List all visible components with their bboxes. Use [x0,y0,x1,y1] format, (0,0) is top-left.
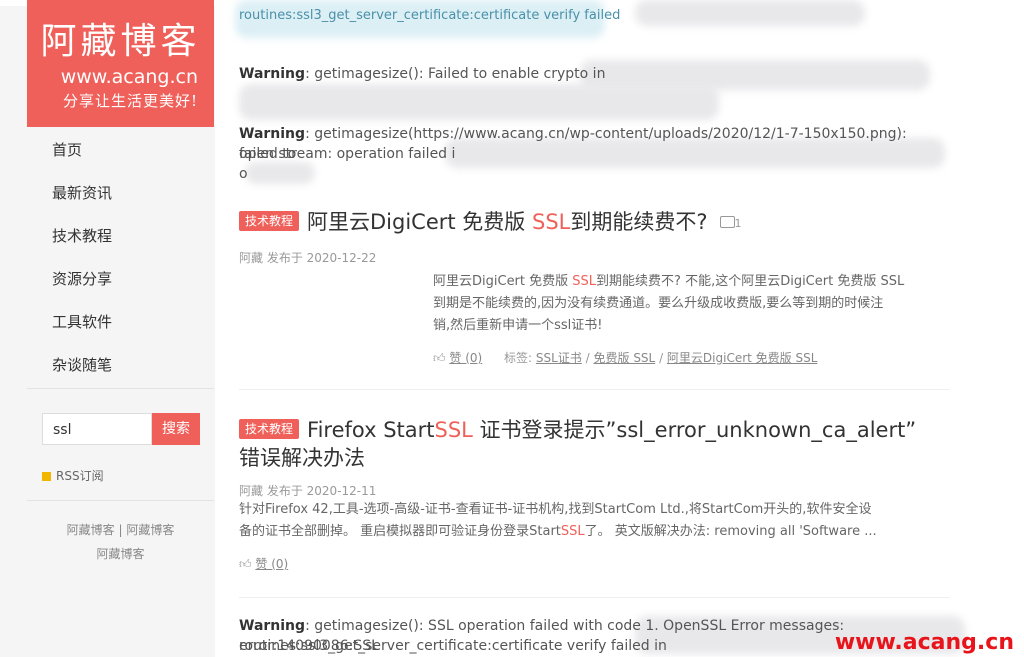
excerpt-text: 备的证书全部删掉。 重启模拟器即可验证身份登录Start [239,524,561,539]
nav-item-essays[interactable]: 杂谈随笔 [27,345,214,388]
post-title[interactable]: 技术教程 Firefox StartSSL 证书登录提示”ssl_error_un… [239,415,959,445]
post-divider [239,597,949,598]
excerpt-text: 了。 英文版解决办法: removing all 'Software ... [584,524,877,539]
rss-label: RSS订阅 [56,469,104,483]
rss-link[interactable]: RSS订阅 [42,468,104,484]
post-excerpt: 针对Firefox 42,工具-选项-高级-证书-查看证书-证书机构,找到Sta… [239,499,959,543]
tag-link[interactable]: SSL证书 [536,351,582,365]
post-actions: 👍︎ 赞 (0) 标签: SSL证书 / 免费版 SSL / 阿里云DigiCe… [433,351,818,365]
logo-url: www.acang.cn [60,66,198,88]
image-icon [719,216,735,228]
post-title-text: 证书登录提示”ssl_error_unknown_ca_alert” [472,418,917,442]
redacted-region [239,84,719,120]
thumbs-up-icon: 👍︎ [239,557,252,571]
main-content: routines:ssl3_get_server_certificate:cer… [215,0,1024,657]
footer-links[interactable]: 阿藏博客 | 阿藏博客 [27,518,214,542]
post-meta: 阿藏 发布于 2020-12-22 [239,251,377,265]
post-title-text: 到期能续费不? [570,210,708,234]
excerpt-text: 阿里云DigiCert 免费版 [433,274,573,289]
warning-message: Warning: getimagesize(): Failed to enabl… [239,64,605,84]
post-title-line[interactable]: 错误解决办法 [239,443,365,473]
keyword-highlight: SSL [572,274,597,289]
warning-text-line: open stream: operation failed i [239,146,456,162]
like-button[interactable]: 赞 (0) [449,351,482,365]
sidebar-divider [27,500,214,501]
post-meta: 阿藏 发布于 2020-12-11 [239,484,377,498]
excerpt-line: 销,然后重新申请一个ssl证书! [433,318,603,333]
post-excerpt: 阿里云DigiCert 免费版 SSL到期能续费不? 不能,这个阿里云DigiC… [433,271,904,337]
category-badge[interactable]: 技术教程 [239,211,300,231]
post-actions: 👍︎ 赞 (0) [239,555,288,572]
tags-label: 标签: [504,351,533,365]
post-title-text: 阿里云DigiCert 免费版 [307,210,532,234]
image-count: 1 [734,217,742,230]
logo-title: 阿藏博客 [40,21,201,62]
warning-label: Warning [239,618,306,634]
nav-item-news[interactable]: 最新资讯 [27,173,214,216]
excerpt-line: 到期是不能续费的,因为没有续费通道。要么升级成收费版,要么等到期的时候注 [433,296,884,311]
keyword-highlight: SSL [434,418,473,442]
rss-icon [42,472,51,481]
post-title[interactable]: 技术教程 阿里云DigiCert 免费版 SSL到期能续费不? 1 [239,207,742,239]
warning-text-line: o [239,166,248,182]
sidebar-divider [27,388,214,389]
nav-item-tools[interactable]: 工具软件 [27,302,214,345]
redacted-region [635,0,865,26]
warning-label: Warning [239,126,306,142]
excerpt-text: 到期能续费不? 不能,这个阿里云DigiCert 免费版 SSL [596,274,905,289]
excerpt-line: 针对Firefox 42,工具-选项-高级-证书-查看证书-证书机构,找到Sta… [239,502,872,517]
sidebar: 阿藏博客 www.acang.cn 分享让生活更美好! 首页 最新资讯 技术教程… [27,0,214,657]
main-nav: 首页 最新资讯 技术教程 资源分享 工具软件 杂谈随笔 [27,130,214,388]
tag-link[interactable]: 免费版 SSL [594,351,656,365]
nav-item-home[interactable]: 首页 [27,130,214,173]
nav-item-resources[interactable]: 资源分享 [27,259,214,302]
like-button[interactable]: 赞 (0) [255,557,288,571]
keyword-highlight: SSL [532,210,571,234]
tag-link[interactable]: 阿里云DigiCert 免费版 SSL [667,351,817,365]
error-text: routines:ssl3_get_server_certificate:cer… [239,8,621,23]
warning-label: Warning [239,66,306,82]
category-badge[interactable]: 技术教程 [239,419,300,439]
redacted-region [245,162,315,184]
footer-link[interactable]: 阿藏博客 [27,542,214,566]
keyword-highlight: SSL [560,524,585,539]
sidebar-footer: 阿藏博客 | 阿藏博客 阿藏博客 [27,518,214,566]
site-logo[interactable]: 阿藏博客 www.acang.cn 分享让生活更美好! [27,0,214,127]
excerpt-line: 阿里云DigiCert 免费版 SSL到期能续费不? 不能,这个阿里云DigiC… [433,271,904,293]
post-divider [239,389,949,390]
search-input[interactable]: ssl [42,413,152,445]
thumbs-up-icon: 👍︎ [433,351,446,365]
watermark: www.acang.cn [834,630,1014,655]
excerpt-line: 备的证书全部删掉。 重启模拟器即可验证身份登录StartSSL了。 英文版解决办… [239,521,959,543]
post-title-text: Firefox Start [307,418,435,442]
search-button[interactable]: 搜索 [152,413,200,445]
warning-text: : getimagesize(): Failed to enable crypt… [305,66,606,82]
nav-item-tutorials[interactable]: 技术教程 [27,216,214,259]
warning-text-line: routines:ssl3_get_server_certificate:cer… [239,638,667,654]
logo-slogan: 分享让生活更美好! [62,92,198,110]
